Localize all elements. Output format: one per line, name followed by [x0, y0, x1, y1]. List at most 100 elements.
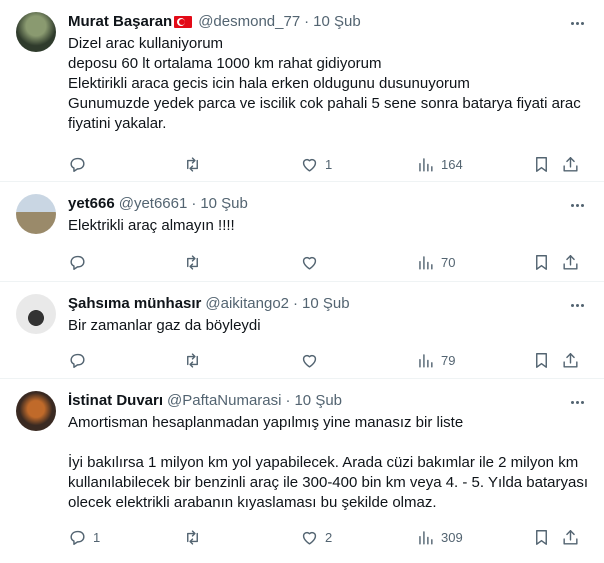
author-handle[interactable]: @PaftaNumarasi [167, 391, 281, 411]
views-button[interactable]: 309 [416, 527, 463, 547]
reply-button[interactable] [68, 350, 93, 370]
retweet-button[interactable] [183, 154, 208, 174]
reply-icon [70, 353, 85, 368]
share-button[interactable] [561, 350, 580, 370]
heart-icon [302, 531, 317, 545]
reply-icon [70, 157, 85, 172]
tweet[interactable]: İstinat Duvarı @PaftaNumarasi · 10 Şub A… [0, 379, 604, 563]
turkey-flag-icon [174, 16, 193, 28]
more-button[interactable] [566, 296, 588, 314]
views-button[interactable]: 79 [416, 350, 455, 370]
author-name[interactable]: Şahsıma münhasır [68, 294, 201, 314]
reply-button[interactable] [68, 154, 93, 174]
more-button[interactable] [566, 393, 588, 411]
share-icon [563, 156, 578, 172]
bookmark-button[interactable] [532, 527, 551, 547]
author-handle[interactable]: @desmond_77 [198, 12, 300, 32]
timestamp[interactable]: 10 Şub [294, 391, 342, 411]
more-button[interactable] [566, 14, 588, 32]
bookmark-icon [536, 352, 547, 368]
bookmark-icon [536, 529, 547, 545]
avatar[interactable] [16, 391, 56, 431]
share-icon [563, 254, 578, 270]
tweet-header: İstinat Duvarı @PaftaNumarasi · 10 Şub [68, 391, 588, 411]
retweet-icon [187, 254, 198, 270]
heart-icon [302, 256, 317, 270]
avatar[interactable] [16, 12, 56, 52]
view-count: 309 [441, 529, 463, 545]
tweet[interactable]: yet666 @yet6661 · 10 Şub Elektrikli araç… [0, 182, 604, 282]
tweet-text: Bir zamanlar gaz da böyleydi [68, 317, 261, 334]
views-button[interactable]: 164 [416, 154, 463, 174]
tweet-text: Dizel arac kullaniyorum deposu 60 lt ort… [68, 35, 581, 132]
views-button[interactable]: 70 [416, 252, 455, 272]
author-name[interactable]: İstinat Duvarı [68, 391, 163, 411]
retweet-icon [187, 352, 198, 368]
timestamp[interactable]: 10 Şub [302, 294, 350, 314]
separator-dot: · [285, 392, 291, 409]
bookmark-button[interactable] [532, 252, 551, 272]
author-name[interactable]: Murat Başaran [68, 12, 172, 32]
timestamp[interactable]: 10 Şub [200, 194, 248, 214]
retweet-button[interactable] [183, 527, 208, 547]
author-handle[interactable]: @yet6661 [119, 194, 188, 214]
views-icon [419, 530, 433, 545]
action-bar: 70 [68, 238, 588, 286]
views-icon [419, 255, 433, 270]
view-count: 70 [441, 254, 456, 270]
reply-icon [70, 530, 85, 545]
separator-dot: · [304, 13, 310, 30]
avatar[interactable] [16, 294, 56, 334]
more-button[interactable] [566, 196, 588, 214]
more-icon [570, 303, 574, 307]
more-icon [570, 203, 574, 207]
share-button[interactable] [561, 252, 580, 272]
bookmark-button[interactable] [532, 350, 551, 370]
share-button[interactable] [561, 154, 580, 174]
author-name[interactable]: yet666 [68, 194, 115, 214]
tweet-feed: Murat Başaran @desmond_77 · 10 Şub Dizel… [0, 0, 604, 563]
heart-icon [302, 158, 317, 172]
share-icon [563, 352, 578, 368]
tweet[interactable]: Şahsıma münhasır @aikitango2 · 10 Şub Bi… [0, 282, 604, 379]
reply-button[interactable]: 1 [68, 527, 100, 547]
reply-count: 1 [93, 529, 101, 545]
bookmark-icon [536, 156, 547, 172]
like-button[interactable] [300, 252, 325, 272]
retweet-button[interactable] [183, 252, 208, 272]
avatar[interactable] [16, 194, 56, 234]
views-icon [419, 157, 433, 172]
view-count: 164 [441, 156, 463, 172]
reply-icon [70, 255, 85, 270]
separator-dot: · [191, 195, 197, 212]
retweet-icon [187, 156, 198, 172]
author-handle[interactable]: @aikitango2 [205, 294, 289, 314]
more-icon [570, 400, 574, 404]
heart-icon [302, 354, 317, 368]
tweet-header: Murat Başaran @desmond_77 · 10 Şub [68, 12, 588, 32]
tweet-header: yet666 @yet6661 · 10 Şub [68, 194, 588, 214]
share-icon [563, 529, 578, 545]
like-button[interactable]: 2 [300, 527, 332, 547]
tweet-header: Şahsıma münhasır @aikitango2 · 10 Şub [68, 294, 588, 314]
action-bar: 1 164 [68, 140, 588, 188]
timestamp[interactable]: 10 Şub [313, 12, 361, 32]
action-bar: 79 [68, 336, 588, 384]
like-button[interactable] [300, 350, 325, 370]
reply-button[interactable] [68, 252, 93, 272]
bookmark-icon [536, 254, 547, 270]
tweet-text: Elektrikli araç almayın !!!! [68, 217, 235, 234]
tweet-text: Amortisman hesaplanmadan yapılmış yine m… [68, 414, 589, 511]
retweet-button[interactable] [183, 350, 208, 370]
separator-dot: · [293, 295, 299, 312]
more-icon [570, 21, 574, 25]
bookmark-button[interactable] [532, 154, 551, 174]
view-count: 79 [441, 352, 456, 368]
views-icon [419, 353, 433, 368]
share-button[interactable] [561, 527, 580, 547]
like-count: 2 [325, 529, 333, 545]
tweet[interactable]: Murat Başaran @desmond_77 · 10 Şub Dizel… [0, 0, 604, 182]
action-bar: 1 2 309 [68, 513, 588, 561]
like-count: 1 [325, 156, 333, 172]
like-button[interactable]: 1 [300, 154, 332, 174]
